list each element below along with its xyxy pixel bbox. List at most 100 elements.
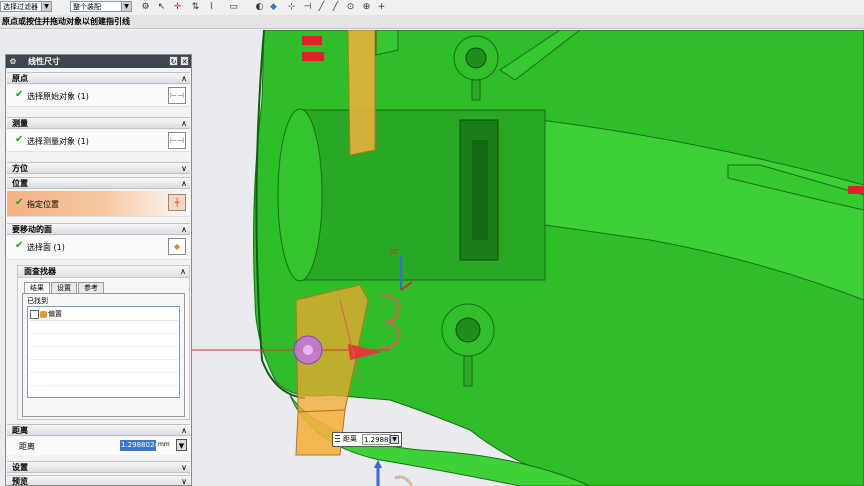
part-boss-top-stem [471, 79, 481, 101]
cube-icon[interactable]: ◆ [268, 2, 279, 13]
chevron-up-icon[interactable]: ∧ [181, 425, 187, 437]
tab-settings[interactable]: 设置 [51, 282, 77, 293]
prompt-text: 原点或按住并拖动对象以创建指引线 [2, 17, 130, 26]
gear-icon[interactable]: ⚙ [8, 55, 18, 68]
snap-quadrant-icon[interactable]: ⊕ [361, 2, 372, 13]
chevron-up-icon[interactable]: ∧ [181, 73, 187, 85]
snap-point-icon[interactable]: + [376, 2, 387, 13]
face-select-row[interactable]: ✔ 选择面 (1) ◆ [7, 236, 190, 260]
red-marker [302, 52, 324, 61]
chevron-down-icon[interactable]: ▼ [41, 2, 51, 11]
chevron-down-icon[interactable]: ∨ [181, 163, 187, 175]
assembly-scope-combo[interactable]: 整个装配 ▼ [70, 1, 132, 12]
section-measure-header[interactable]: 测量 ∧ [7, 117, 190, 129]
chevron-up-icon[interactable]: ∧ [181, 118, 187, 130]
found-label: 已找到 [27, 297, 48, 305]
section-face-to-move-label: 要移动的面 [12, 225, 52, 234]
select-cursor-icon[interactable]: ↖ [156, 2, 167, 13]
drag-grip-icon[interactable] [335, 435, 340, 444]
distance-unit: mm [158, 441, 170, 448]
section-origin-label: 原点 [12, 74, 28, 83]
section-origin-header[interactable]: 原点 ∧ [7, 72, 190, 84]
selection-filter-combo[interactable]: 选择过滤器 ▼ [0, 1, 52, 12]
list-item-label: 偏置 [48, 310, 62, 318]
close-icon[interactable]: ✕ [180, 56, 189, 66]
snap-point-icon[interactable]: ✛ [172, 2, 183, 13]
distance-input[interactable]: 1.2988024 [120, 440, 156, 451]
face-finder-header[interactable]: 面查找器 ∧ [18, 266, 189, 278]
chevron-down-icon[interactable]: ∨ [181, 462, 187, 474]
onscreen-distance-value[interactable]: 1.29880 [362, 434, 390, 445]
drag-handle-center [303, 345, 313, 355]
assembly-scope-value: 整个装配 [73, 3, 101, 11]
section-position-label: 位置 [12, 179, 28, 188]
chevron-up-icon[interactable]: ∧ [181, 178, 187, 190]
section-orientation-label: 方位 [12, 164, 28, 173]
position-specify-row[interactable]: ✔ 指定位置 ┼ [7, 191, 190, 217]
chevron-down-icon[interactable]: ▼ [176, 439, 187, 451]
linear-dimension-dialog: ⚙ 线性尺寸 ↻ ✕ 原点 ∧ ✔ 选择原始对象 (1) ⊢⊣ 测量 ∧ ✔ 选… [5, 54, 192, 486]
offset-face-icon [40, 310, 47, 318]
section-distance-header[interactable]: 距离 ∧ [7, 424, 190, 436]
chevron-down-icon[interactable]: ∨ [181, 476, 187, 485]
section-settings-header[interactable]: 设置 ∨ [7, 461, 190, 473]
tab-settings-label: 设置 [57, 284, 71, 292]
line-icon[interactable]: ╱ [330, 2, 341, 13]
filter-icon[interactable]: ⌇ [206, 2, 217, 13]
select-origin-button[interactable]: ⊢⊣ [168, 87, 186, 104]
list-divider [30, 372, 178, 373]
red-marker [302, 36, 322, 45]
rectangle-select-icon[interactable]: ▭ [228, 2, 239, 13]
select-face-button[interactable]: ◆ [168, 238, 186, 255]
specify-position-button[interactable]: ┼ [168, 194, 186, 211]
section-preview-label: 预览 [12, 477, 28, 486]
snap-end-icon[interactable]: ⊹ [286, 2, 297, 13]
wcs-y-arrow [374, 460, 382, 468]
dialog-title: 线性尺寸 [28, 57, 60, 66]
face-select-label: 选择面 (1) [27, 243, 65, 252]
section-measure-label: 测量 [12, 119, 28, 128]
tab-results-label: 结果 [30, 284, 44, 292]
checkbox[interactable] [30, 309, 39, 319]
distance-field-label: 距离 [19, 442, 35, 451]
chevron-up-icon[interactable]: ∧ [180, 266, 186, 278]
onscreen-distance-input[interactable]: 距离 1.29880 ▼ [332, 432, 402, 447]
check-icon: ✔ [15, 89, 24, 100]
prompt-line: 原点或按住并拖动对象以创建指引线 [0, 15, 864, 29]
snap-center-icon[interactable]: ⊙ [345, 2, 356, 13]
measure-select-row[interactable]: ✔ 选择测量对象 (1) ⊢⊣ [7, 130, 190, 152]
settings-icon[interactable]: ⚙ [140, 2, 151, 13]
position-specify-label: 指定位置 [27, 200, 59, 209]
part-cylinder [292, 109, 546, 281]
onscreen-distance-label: 距离 [343, 435, 357, 443]
chevron-down-icon[interactable]: ▼ [121, 2, 131, 11]
view-icon[interactable]: ◐ [254, 2, 265, 13]
section-position-header[interactable]: 位置 ∧ [7, 177, 190, 189]
face-finder-panel: 面查找器 ∧ 结果 设置 参考 已找到 偏置 [17, 265, 190, 420]
check-icon: ✔ [15, 240, 24, 251]
part-upper-rib [375, 30, 399, 56]
section-preview-header[interactable]: 预览 ∨ [7, 475, 190, 486]
origin-select-row[interactable]: ✔ 选择原始对象 (1) ⊢⊣ [7, 85, 190, 107]
chevron-up-icon[interactable]: ∧ [181, 224, 187, 236]
tab-reference-label: 参考 [84, 284, 98, 292]
highlighted-face-upper [347, 30, 376, 156]
found-faces-list[interactable]: 偏置 [27, 306, 180, 398]
results-tab-body: 已找到 偏置 [22, 293, 185, 417]
reset-icon[interactable]: ↻ [169, 56, 178, 66]
wcs-axis-label: XC [390, 248, 400, 256]
section-orientation-header[interactable]: 方位 ∨ [7, 162, 190, 174]
check-icon: ✔ [15, 134, 24, 145]
list-divider [30, 333, 178, 334]
part-hole-middle [455, 317, 481, 343]
select-measure-button[interactable]: ⊢⊣ [168, 132, 186, 149]
snap-mid-icon[interactable]: ⊣ [302, 2, 313, 13]
line-icon[interactable]: ╱ [316, 2, 327, 13]
align-icon[interactable]: ⇅ [190, 2, 201, 13]
section-face-to-move-header[interactable]: 要移动的面 ∧ [7, 223, 190, 235]
rotation-arc [394, 475, 414, 486]
red-marker [848, 186, 864, 194]
tab-reference[interactable]: 参考 [78, 282, 104, 293]
chevron-down-icon[interactable]: ▼ [390, 435, 399, 444]
list-item[interactable]: 偏置 [30, 309, 178, 321]
